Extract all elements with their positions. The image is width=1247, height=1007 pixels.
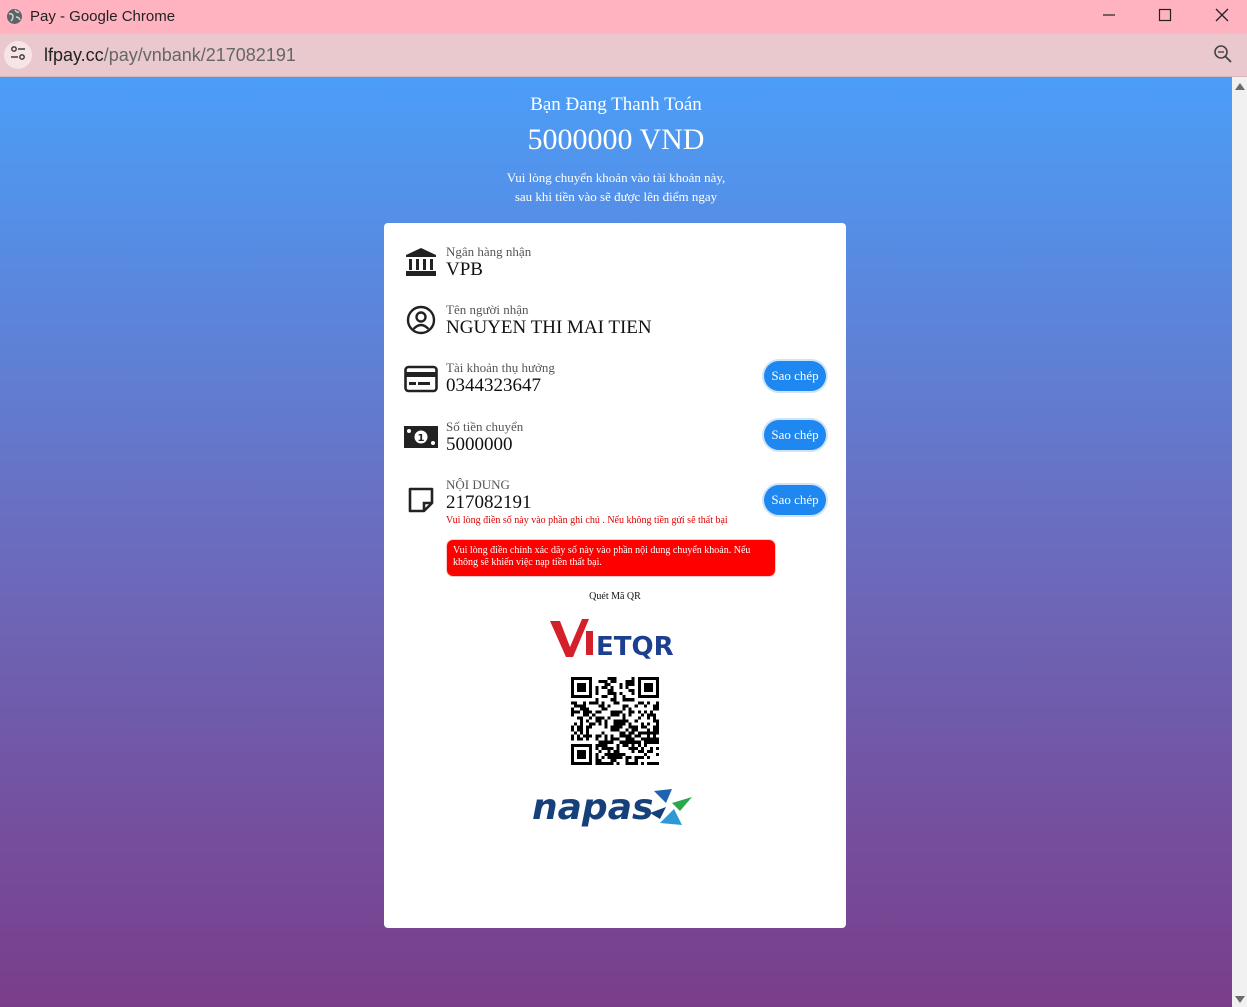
maximize-button[interactable] bbox=[1137, 2, 1193, 32]
copy-content-button[interactable]: Sao chép bbox=[764, 485, 826, 515]
url-path: /pay/vnbank/217082191 bbox=[103, 45, 296, 65]
amount-value: 5000000 bbox=[446, 434, 513, 455]
bank-value: VPB bbox=[446, 259, 483, 280]
close-icon bbox=[1215, 8, 1229, 27]
copy-account-button[interactable]: Sao chép bbox=[764, 361, 826, 391]
tune-icon bbox=[9, 45, 27, 66]
amount-row: 1 Số tiền chuyển 5000000 Sao chép bbox=[384, 419, 846, 469]
warning-alert: Vui lòng điền chính xác dãy số này vào p… bbox=[447, 540, 775, 576]
payment-amount-heading: 5000000 VND bbox=[527, 123, 705, 156]
transfer-note-line2: sau khi tiền vào sẽ được lên điểm ngay bbox=[514, 189, 718, 204]
bank-icon bbox=[404, 245, 438, 279]
account-value: 0344323647 bbox=[446, 375, 541, 396]
user-circle-icon bbox=[404, 303, 438, 337]
vietqr-logo: ETQR bbox=[548, 617, 682, 666]
receiver-label: Tên người nhận bbox=[446, 302, 529, 317]
minimize-icon bbox=[1102, 8, 1116, 27]
maximize-icon bbox=[1158, 8, 1172, 27]
payment-card: Ngân hàng nhận VPB Tên người nhận NGUYEN… bbox=[384, 223, 846, 928]
note-icon bbox=[404, 483, 438, 517]
url-domain: lfpay.cc bbox=[44, 45, 104, 65]
page-viewport: Bạn Đang Thanh Toán 5000000 VND Vui lòng… bbox=[0, 77, 1232, 1007]
bank-row: Ngân hàng nhận VPB bbox=[384, 243, 846, 293]
receiver-value: NGUYEN THI MAI TIEN bbox=[446, 317, 652, 338]
transfer-note: Vui lòng chuyển khoản vào tài khoản này,… bbox=[0, 168, 1232, 206]
qr-label: Quét Mã QR bbox=[589, 591, 641, 602]
credit-card-icon bbox=[404, 362, 438, 396]
bank-label: Ngân hàng nhận bbox=[446, 244, 532, 259]
content-label: NỘI DUNG bbox=[446, 477, 510, 492]
minimize-button[interactable] bbox=[1081, 2, 1137, 32]
napas-logo: napas bbox=[532, 783, 702, 838]
account-row: Tài khoản thụ hưởng 0344323647 Sao chép bbox=[384, 360, 846, 410]
window-titlebar: Pay - Google Chrome bbox=[0, 0, 1247, 34]
transfer-note-line1: Vui lòng chuyển khoản vào tài khoản này, bbox=[506, 170, 726, 185]
address-bar: lfpay.cc/pay/vnbank/217082191 bbox=[0, 34, 1247, 77]
scroll-up-arrow-icon[interactable] bbox=[1235, 83, 1245, 90]
url-field[interactable]: lfpay.cc/pay/vnbank/217082191 bbox=[44, 45, 296, 66]
window-title: Pay - Google Chrome bbox=[30, 8, 176, 25]
account-label: Tài khoản thụ hưởng bbox=[446, 360, 555, 375]
napas-logo-text: napas bbox=[532, 787, 653, 828]
content-hint: Vui lòng điền số này vào phần ghi chú . … bbox=[446, 515, 728, 526]
amount-label: Số tiền chuyển bbox=[446, 419, 524, 434]
site-settings-button[interactable] bbox=[4, 41, 32, 69]
zoom-icon[interactable] bbox=[1213, 44, 1233, 69]
vietqr-logo-text: ETQR bbox=[596, 632, 674, 661]
receiver-row: Tên người nhận NGUYEN THI MAI TIEN bbox=[384, 302, 846, 352]
scroll-down-arrow-icon[interactable] bbox=[1235, 996, 1245, 1003]
close-button[interactable] bbox=[1194, 2, 1247, 32]
money-bill-icon: 1 bbox=[404, 420, 438, 454]
page-scrollbar[interactable] bbox=[1232, 77, 1247, 1007]
qr-code bbox=[571, 677, 659, 770]
content-value: 217082191 bbox=[446, 492, 532, 513]
globe-icon bbox=[6, 8, 23, 30]
svg-text:1: 1 bbox=[418, 433, 425, 444]
page-title: Bạn Đang Thanh Toán bbox=[530, 94, 702, 115]
copy-amount-button[interactable]: Sao chép bbox=[764, 420, 826, 450]
